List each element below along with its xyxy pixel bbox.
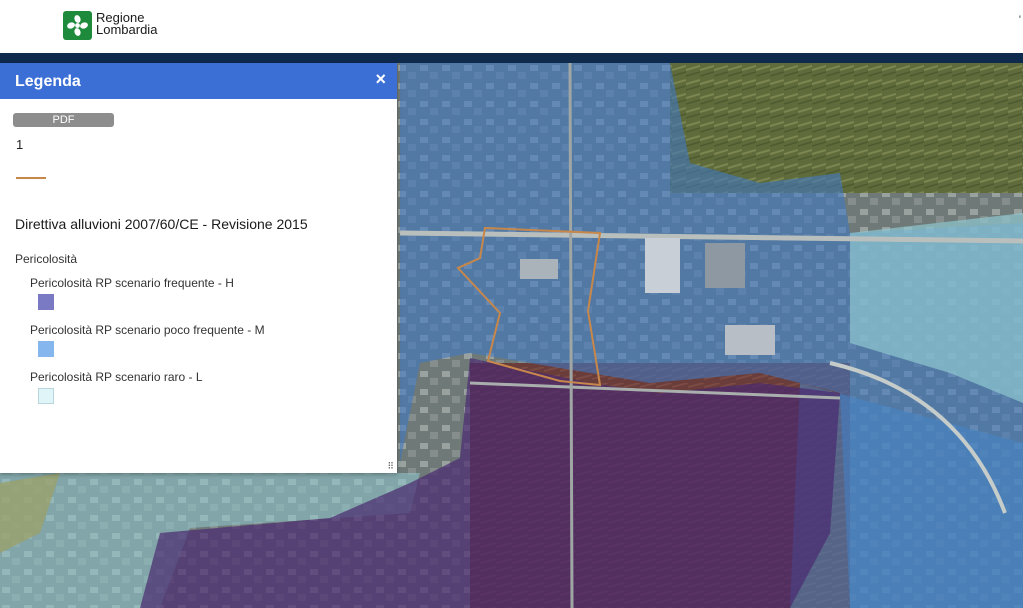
legend-layer-number: 1	[16, 137, 24, 152]
legend-item-label-high: Pericolosità RP scenario frequente - H	[30, 276, 234, 290]
brand-line-2: Lombardia	[96, 22, 158, 37]
regione-lombardia-logo-icon[interactable]	[63, 11, 92, 40]
building	[520, 259, 558, 279]
top-header: Regione Lombardia '	[0, 0, 1023, 63]
close-icon[interactable]: ×	[375, 70, 386, 88]
legend-panel[interactable]: Legenda × PDF 1 Direttiva alluvioni 2007…	[0, 63, 397, 473]
pdf-button[interactable]: PDF	[13, 113, 114, 127]
resize-handle-icon[interactable]: ⠿	[387, 462, 394, 471]
header-marker: '	[1018, 14, 1021, 26]
legend-title: Legenda	[15, 73, 81, 90]
legend-item-label-medium: Pericolosità RP scenario poco frequente …	[30, 323, 265, 337]
boundary-line-symbol	[16, 177, 46, 179]
north-south-road	[568, 63, 574, 608]
legend-group-title: Pericolosità	[15, 252, 78, 266]
legend-header[interactable]: Legenda ×	[0, 63, 397, 99]
building	[725, 325, 775, 355]
legend-swatch-medium	[38, 341, 54, 357]
building	[705, 243, 745, 288]
brand-name[interactable]: Regione Lombardia	[96, 11, 158, 37]
legend-swatch-low	[38, 388, 54, 404]
legend-section-title: Direttiva alluvioni 2007/60/CE - Revisio…	[15, 216, 308, 232]
building	[645, 238, 680, 293]
legend-item-label-low: Pericolosità RP scenario raro - L	[30, 370, 203, 384]
legend-swatch-high	[38, 294, 54, 310]
